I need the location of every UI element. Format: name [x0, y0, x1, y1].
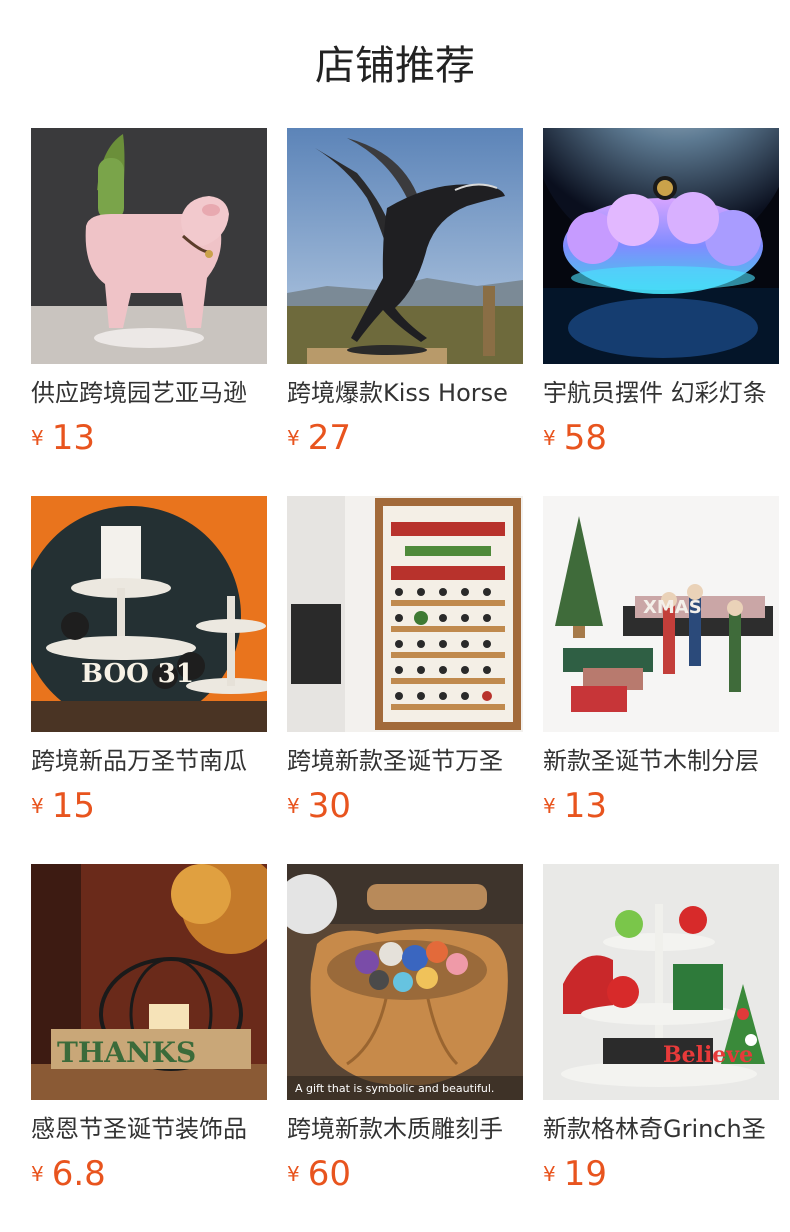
thanksgiving-pumpkin-decor-image[interactable]: THANKS [31, 864, 267, 1100]
pig-planter-cactus-image[interactable] [31, 128, 267, 364]
currency-symbol: ¥ [543, 426, 556, 450]
product-card[interactable]: XMAS 新款圣诞节木制分层 ¥13 [543, 496, 779, 864]
product-name[interactable]: 跨境新款圣诞节万圣 [287, 745, 523, 779]
product-name[interactable]: 跨境新品万圣节南瓜 [31, 745, 267, 779]
product-price: ¥19 [543, 1154, 779, 1194]
product-card[interactable]: 供应跨境园艺亚马逊 ¥13 [31, 128, 267, 496]
grinch-tiered-tray-image[interactable]: Believe [543, 864, 779, 1100]
product-price: ¥13 [543, 786, 779, 826]
product-card[interactable]: A gift that is symbolic and beautiful. 跨… [287, 864, 523, 1232]
product-card[interactable]: THANKS 感恩节圣诞节装饰品 ¥6.8 [31, 864, 267, 1232]
product-price: ¥30 [287, 786, 523, 826]
believe-word: Believe [663, 1042, 753, 1068]
recommended-products-page: 店铺推荐 供应跨境园艺亚马逊 ¥13 跨境爆款Kiss Horse ¥ 27 宇… [0, 0, 790, 1232]
product-price: ¥60 [287, 1154, 523, 1194]
halloween-tiered-tray-image[interactable]: BOO 31 [31, 496, 267, 732]
product-card[interactable]: BOO 31 跨境新品万圣节南瓜 ¥15 [31, 496, 267, 864]
product-name[interactable]: 新款圣诞节木制分层 [543, 745, 779, 779]
product-name[interactable]: 供应跨境园艺亚马逊 [31, 377, 267, 411]
product-name[interactable]: 宇航员摆件 幻彩灯条 [543, 377, 779, 411]
thanks-letters: THANKS [57, 1036, 196, 1069]
price-amount: 13 [563, 786, 607, 826]
product-card[interactable]: 宇航员摆件 幻彩灯条 ¥58 [543, 128, 779, 496]
currency-symbol: ¥ [287, 1162, 300, 1186]
price-amount: 27 [307, 418, 351, 458]
product-price: ¥13 [31, 418, 267, 458]
currency-symbol: ¥ [31, 794, 44, 818]
astronaut-cloud-lamp-image[interactable] [543, 128, 779, 364]
product-card[interactable]: 跨境爆款Kiss Horse ¥27 [287, 128, 523, 496]
currency-symbol: ¥ [31, 426, 44, 450]
section-title: 店铺推荐 [315, 43, 475, 89]
christmas-countdown-calendar-image[interactable] [287, 496, 523, 732]
price-amount: 6.8 [51, 1154, 106, 1194]
product-grid: 供应跨境园艺亚马逊 ¥13 跨境爆款Kiss Horse ¥ 27 宇航员摆件 … [31, 128, 779, 1232]
currency-symbol: ¥ [287, 794, 300, 818]
currency-symbol: ¥ [543, 794, 556, 818]
product-name[interactable]: 感恩节圣诞节装饰品 [31, 1113, 267, 1147]
christmas-wooden-sign-image[interactable]: XMAS [543, 496, 779, 732]
price-amount: 19 [563, 1154, 607, 1194]
price-amount: 30 [307, 786, 351, 826]
gift-caption: A gift that is symbolic and beautiful. [295, 1082, 494, 1095]
currency-symbol: ¥ [543, 1162, 556, 1186]
product-card[interactable]: Believe 新款格林奇Grinch圣 ¥19 [543, 864, 779, 1232]
metal-horse-sculpture-image[interactable] [287, 128, 523, 364]
price-amount: 58 [563, 418, 607, 458]
product-price: ¥58 [543, 418, 779, 458]
boo-letters: BOO 31 [81, 659, 194, 689]
price-amount: 13 [51, 418, 95, 458]
currency-symbol: ¥ [31, 1162, 44, 1186]
product-name[interactable]: 新款格林奇Grinch圣 [543, 1113, 779, 1147]
wooden-hands-crystal-bowl-image[interactable]: A gift that is symbolic and beautiful. [287, 864, 523, 1100]
price-amount: 60 [307, 1154, 351, 1194]
product-name[interactable]: 跨境爆款Kiss Horse [287, 377, 523, 411]
product-price: ¥15 [31, 786, 267, 826]
product-price: ¥6.8 [31, 1154, 267, 1194]
xmas-letters: XMAS [643, 597, 702, 618]
product-card[interactable]: 跨境新款圣诞节万圣 ¥30 [287, 496, 523, 864]
currency-symbol: ¥ [287, 426, 300, 450]
product-name[interactable]: 跨境新款木质雕刻手 [287, 1113, 523, 1147]
price-amount: 15 [51, 786, 95, 826]
product-price: ¥27 [287, 418, 523, 458]
